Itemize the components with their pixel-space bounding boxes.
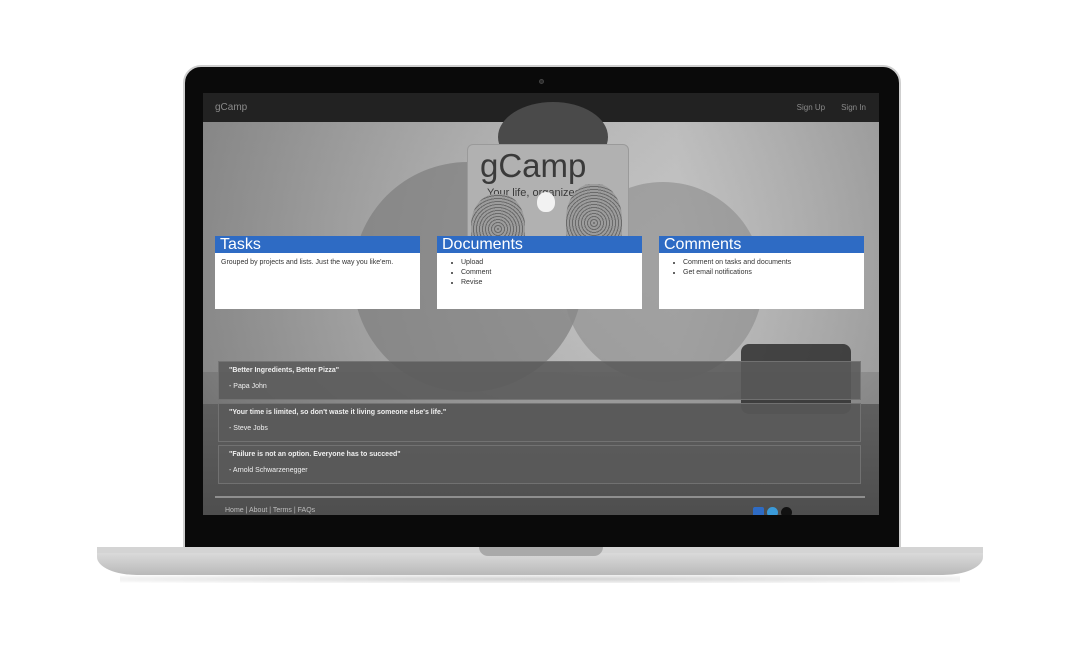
brand-link[interactable]: gCamp: [215, 102, 247, 113]
list-item: Get email notifications: [683, 268, 858, 278]
laptop-camera: [539, 79, 544, 84]
quote-text: "Better Ingredients, Better Pizza": [229, 367, 340, 374]
list-item: Revise: [461, 278, 636, 288]
photo-title: gCamp: [480, 147, 587, 184]
sign-in-link[interactable]: Sign In: [841, 103, 866, 112]
quote-block: "Better Ingredients, Better Pizza" - Pap…: [218, 361, 861, 400]
list-item: Comment: [461, 268, 636, 278]
quote-author: - Steve Jobs: [229, 425, 268, 432]
list-item: Upload: [461, 258, 636, 268]
apple-icon: [537, 192, 555, 212]
laptop-screen: gCamp Sign Up Sign In gCamp Your life, o…: [203, 93, 879, 515]
footer-links[interactable]: Home | About | Terms | FAQs: [225, 507, 315, 514]
feature-card-documents: Documents Upload Comment Revise: [437, 236, 642, 309]
quote-block: "Failure is not an option. Everyone has …: [218, 445, 861, 484]
laptop-notch: [479, 547, 603, 556]
quote-block: "Your time is limited, so don't waste it…: [218, 403, 861, 442]
linkedin-icon[interactable]: [753, 507, 764, 515]
list-item: Comment on tasks and documents: [683, 258, 858, 268]
card-list: Comment on tasks and documents Get email…: [665, 258, 858, 278]
quote-text: "Your time is limited, so don't waste it…: [229, 409, 447, 416]
card-body: Grouped by projects and lists. Just the …: [215, 253, 420, 273]
nav-links: Sign Up Sign In: [797, 103, 866, 112]
footer-divider: [215, 496, 865, 498]
sign-up-link[interactable]: Sign Up: [797, 103, 825, 112]
laptop-shadow: [120, 575, 960, 583]
feature-card-tasks: Tasks Grouped by projects and lists. Jus…: [215, 236, 420, 309]
card-text: Grouped by projects and lists. Just the …: [221, 259, 394, 266]
card-body: Upload Comment Revise: [437, 253, 642, 293]
card-list: Upload Comment Revise: [443, 258, 636, 288]
quote-author: - Arnold Schwarzenegger: [229, 467, 308, 474]
quote-text: "Failure is not an option. Everyone has …: [229, 451, 401, 458]
card-body: Comment on tasks and documents Get email…: [659, 253, 864, 283]
twitter-icon[interactable]: [767, 507, 778, 515]
social-icons: [753, 507, 792, 515]
feature-card-comments: Comments Comment on tasks and documents …: [659, 236, 864, 309]
card-title: Tasks: [215, 236, 420, 253]
github-icon[interactable]: [781, 507, 792, 515]
card-title: Documents: [437, 236, 642, 253]
quote-author: - Papa John: [229, 383, 267, 390]
card-title: Comments: [659, 236, 864, 253]
